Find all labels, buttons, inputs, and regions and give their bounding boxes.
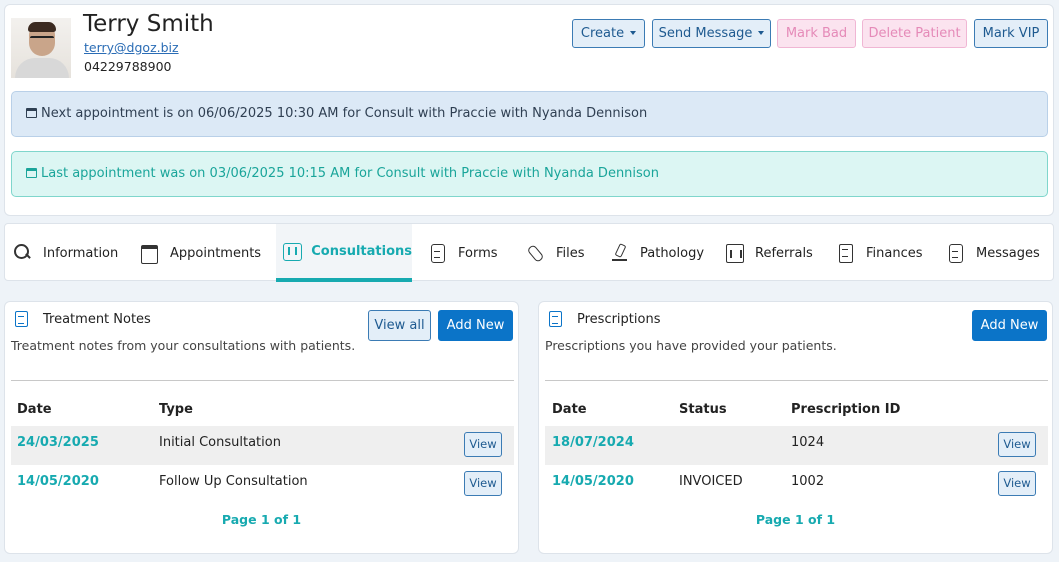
send-message-button-label: Send Message [658,26,753,41]
tab-pathology[interactable]: Pathology [610,224,710,282]
patient-name: Terry Smith [83,11,214,37]
column-header-status: Status [679,402,727,417]
table-row: 24/03/2025 Initial Consultation View [11,426,514,465]
send-message-dropdown-button[interactable]: Send Message [652,19,771,48]
add-new-treatment-note-button[interactable]: Add New [438,310,513,341]
tab-label: Appointments [170,245,262,261]
row-date: 14/05/2020 [552,474,634,489]
paperclip-icon [526,243,546,263]
treatment-notes-panel: Treatment Notes Treatment notes from you… [4,301,519,554]
pagination-label: Page 1 of 1 [755,512,836,527]
patient-avatar [11,18,71,78]
table-row: 14/05/2020 INVOICED 1002 View [545,465,1048,504]
column-header-prescription-id: Prescription ID [791,402,901,417]
view-all-button[interactable]: View all [368,310,431,341]
row-date: 24/03/2025 [17,435,99,450]
view-button[interactable]: View [998,432,1036,457]
panel-subtitle: Prescriptions you have provided your pat… [545,338,837,353]
message-icon [946,243,966,263]
tab-label: Referrals [755,245,813,261]
column-header-date: Date [17,402,52,417]
tab-appointments[interactable]: Appointments [140,224,270,282]
next-appointment-banner: Next appointment is on 06/06/2025 10:30 … [11,91,1048,137]
divider [11,380,514,381]
patient-header-card: Terry Smith terry@dgoz.biz 04229788900 C… [4,4,1054,216]
tab-label: Forms [458,245,498,261]
tab-label: Pathology [640,245,705,261]
tab-files[interactable]: Files [526,224,596,282]
create-button-label: Create [580,26,625,41]
form-icon [428,243,448,263]
patient-email-link[interactable]: terry@dgoz.biz [84,40,179,55]
calendar-icon [26,168,37,178]
tab-consultations[interactable]: Consultations [276,224,412,282]
tab-messages[interactable]: Messages [946,224,1046,282]
tab-forms[interactable]: Forms [428,224,508,282]
patient-tab-bar: Information Appointments Consultations F… [4,223,1054,282]
calendar-icon [140,243,160,264]
last-appointment-text: Last appointment was on 03/06/2025 10:15… [41,166,659,181]
row-date: 14/05/2020 [17,474,99,489]
calendar-icon [26,108,37,118]
consultations-icon [282,241,303,261]
caret-down-icon [758,31,765,35]
panel-title: Treatment Notes [43,312,151,327]
tab-label: Information [43,245,119,261]
clipboard-icon [15,311,28,327]
table-row: 14/05/2020 Follow Up Consultation View [11,465,514,504]
next-appointment-text: Next appointment is on 06/06/2025 10:30 … [41,106,648,121]
table-row: 18/07/2024 1024 View [545,426,1048,465]
prescription-icon [549,311,562,327]
tab-finances[interactable]: Finances [836,224,936,282]
tab-label: Finances [866,245,923,261]
panel-subtitle: Treatment notes from your consultations … [11,338,356,353]
tab-label: Files [556,245,585,261]
view-button[interactable]: View [464,432,502,457]
receipt-icon [836,243,856,263]
tab-information[interactable]: Information [13,224,125,282]
row-status: INVOICED [679,474,743,489]
last-appointment-banner: Last appointment was on 03/06/2025 10:15… [11,151,1048,197]
column-header-type: Type [159,402,193,417]
microscope-icon [610,243,630,263]
tab-label: Messages [976,245,1040,261]
prescriptions-panel: Prescriptions Prescriptions you have pro… [538,301,1053,554]
search-icon [13,243,33,263]
tab-referrals[interactable]: Referrals [725,224,825,282]
view-button[interactable]: View [998,471,1036,496]
column-header-date: Date [552,402,587,417]
mark-vip-button[interactable]: Mark VIP [974,19,1048,48]
delete-patient-button[interactable]: Delete Patient [862,19,967,48]
row-type: Follow Up Consultation [159,474,308,489]
panel-title: Prescriptions [577,312,661,327]
view-button[interactable]: View [464,471,502,496]
row-type: Initial Consultation [159,435,281,450]
row-date: 18/07/2024 [552,435,634,450]
add-new-prescription-button[interactable]: Add New [972,310,1047,341]
chart-icon [725,243,745,263]
patient-phone: 04229788900 [84,59,172,74]
divider [545,380,1048,381]
tab-label: Consultations [311,243,412,259]
create-dropdown-button[interactable]: Create [572,19,645,48]
pagination-label: Page 1 of 1 [221,512,302,527]
row-prescription-id: 1024 [791,435,825,450]
mark-bad-button[interactable]: Mark Bad [777,19,856,48]
caret-down-icon [630,31,637,35]
row-prescription-id: 1002 [791,474,825,489]
